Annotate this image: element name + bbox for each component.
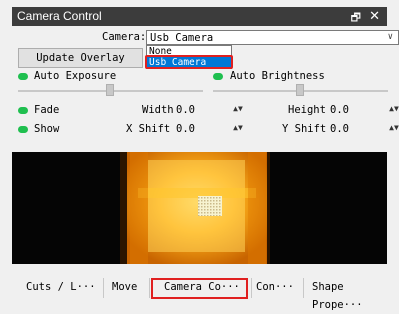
camera-label: Camera:	[102, 31, 147, 43]
exposure-slider-thumb[interactable]	[106, 84, 114, 96]
brightness-slider-thumb[interactable]	[296, 84, 304, 96]
y-shift-label: Y Shift	[282, 123, 327, 135]
width-spin-icon[interactable]: ▲▼	[233, 103, 243, 115]
auto-exposure-toggle[interactable]	[18, 73, 28, 80]
close-icon[interactable]: ✕	[369, 8, 380, 24]
x-shift-spin-icon[interactable]: ▲▼	[233, 122, 243, 134]
show-toggle[interactable]	[18, 126, 28, 133]
auto-brightness-toggle[interactable]	[213, 73, 223, 80]
camera-preview	[12, 152, 387, 264]
height-label: Height	[288, 104, 326, 116]
fade-toggle[interactable]	[18, 107, 28, 114]
fade-label: Fade	[34, 104, 60, 116]
auto-exposure-label: Auto Exposure	[34, 70, 117, 82]
height-input[interactable]: 0.0	[330, 104, 349, 116]
tab-cuts[interactable]: Cuts / L···	[12, 278, 104, 298]
camera-feed-image	[12, 152, 387, 264]
tab-con[interactable]: Con···	[252, 278, 304, 298]
window-title: Camera Control	[17, 9, 102, 23]
camera-select-value: Usb Camera	[150, 32, 214, 44]
width-input[interactable]: 0.0	[176, 104, 195, 116]
tab-move[interactable]: Move	[104, 278, 150, 298]
x-shift-input[interactable]: 0.0	[176, 123, 195, 135]
auto-brightness-label: Auto Brightness	[230, 70, 325, 82]
camera-select[interactable]: Usb Camera ∨	[146, 30, 399, 45]
y-shift-input[interactable]: 0.0	[330, 123, 349, 135]
update-overlay-button[interactable]: Update Overlay	[18, 48, 143, 68]
chevron-down-icon[interactable]: ∨	[388, 32, 393, 42]
window-titlebar: Camera Control 🗗 ✕	[12, 7, 387, 26]
selection-highlight	[145, 55, 233, 69]
active-tab-highlight	[151, 278, 248, 299]
tab-shape-properties[interactable]: Shape Prope···	[304, 278, 399, 311]
x-shift-label: X Shift	[126, 123, 171, 135]
y-shift-spin-icon[interactable]: ▲▼	[389, 122, 399, 134]
height-spin-icon[interactable]: ▲▼	[389, 103, 399, 115]
show-label: Show	[34, 123, 60, 135]
width-label: Width	[142, 104, 174, 116]
